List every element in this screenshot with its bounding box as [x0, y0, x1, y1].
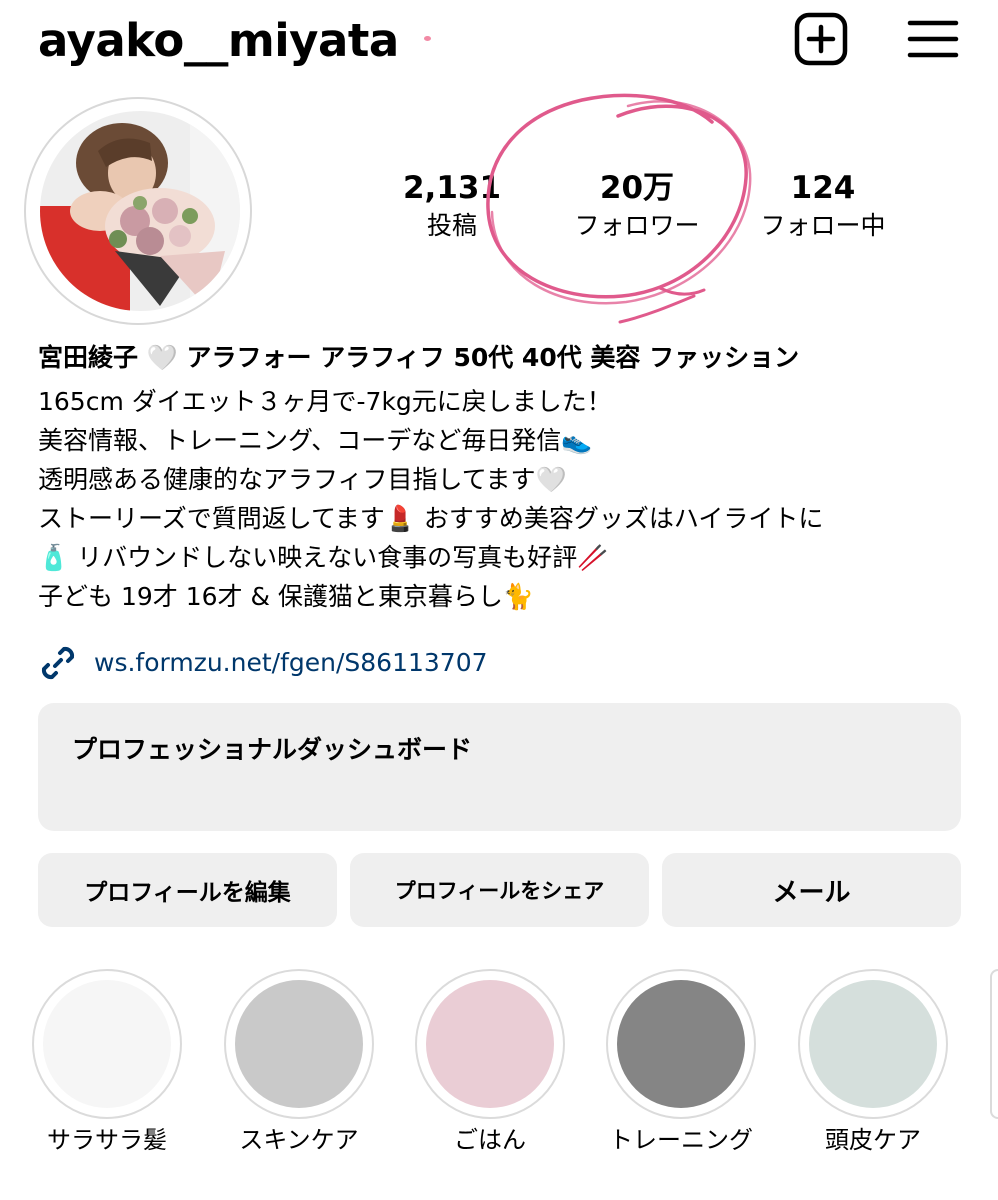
mail-button[interactable]: メール — [662, 853, 961, 927]
create-post-button[interactable] — [794, 12, 848, 66]
highlight-cover — [809, 980, 937, 1108]
posts-label: 投稿 — [426, 211, 477, 240]
followers-count[interactable]: 20万 — [562, 169, 712, 207]
highlight-4[interactable] — [606, 969, 756, 1119]
highlight-label: 頭皮ケア — [825, 1126, 921, 1154]
edit-profile-button[interactable]: プロフィールを編集 — [38, 853, 337, 927]
highlight-cover — [426, 980, 554, 1108]
following-label[interactable]: フォロー中 — [748, 210, 898, 242]
highlight-label: ごはん — [454, 1126, 526, 1154]
highlight-3[interactable] — [415, 969, 565, 1119]
followers-label[interactable]: フォロワー — [562, 210, 712, 242]
highlight-label: トレーニング — [609, 1126, 753, 1154]
avatar-photo — [40, 111, 240, 311]
professional-dashboard[interactable]: プロフェッショナルダッシュボード — [38, 703, 961, 831]
highlight-cover — [43, 980, 171, 1108]
username-mark — [424, 36, 431, 41]
posts-count: 2,131 — [402, 170, 502, 206]
avatar[interactable] — [40, 111, 240, 311]
profile-display-name: 宮田綾子 🤍 アラフォー アラフィフ 50代 40代 美容 ファッション — [38, 343, 800, 372]
profile-username[interactable]: ayako__miyata — [38, 12, 399, 70]
highlight-1[interactable] — [32, 969, 182, 1119]
highlight-cover — [235, 980, 363, 1108]
menu-button[interactable] — [906, 12, 960, 66]
highlight-label: サラサラ髪 — [47, 1126, 167, 1154]
bio-link-text[interactable]: ws.formzu.net/fgen/S86113707 — [94, 645, 488, 681]
bio-line: 165cm ダイエット３ヶ月で-7kg元に戻しました！ — [38, 387, 612, 416]
link-icon — [41, 646, 75, 680]
bio-line: 透明感ある健康的なアラフィフ目指してます🤍 — [38, 465, 567, 494]
highlight-label: スキンケア — [239, 1126, 359, 1154]
bio-line: 美容情報、トレーニング、コーデなど毎日発信👟 — [38, 426, 593, 455]
bio-line: ストーリーズで質問返してます💄 おすすめ美容グッズはハイライトに — [38, 504, 824, 533]
share-profile-button[interactable]: プロフィールをシェア — [350, 853, 649, 927]
highlight-2[interactable] — [224, 969, 374, 1119]
highlight-6-partial[interactable] — [990, 969, 998, 1119]
hamburger-menu-icon — [907, 20, 959, 58]
bio-line: 子ども 19才 16才 & 保護猫と東京暮らし🐈 — [38, 582, 535, 611]
dashboard-title: プロフェッショナルダッシュボード — [72, 735, 473, 764]
bio-line: 🧴 リバウンドしない映えない食事の写真も好評🥢 — [38, 543, 609, 572]
highlight-cover — [617, 980, 745, 1108]
highlight-5[interactable] — [798, 969, 948, 1119]
plus-square-icon — [794, 12, 848, 66]
following-count[interactable]: 124 — [748, 169, 898, 207]
